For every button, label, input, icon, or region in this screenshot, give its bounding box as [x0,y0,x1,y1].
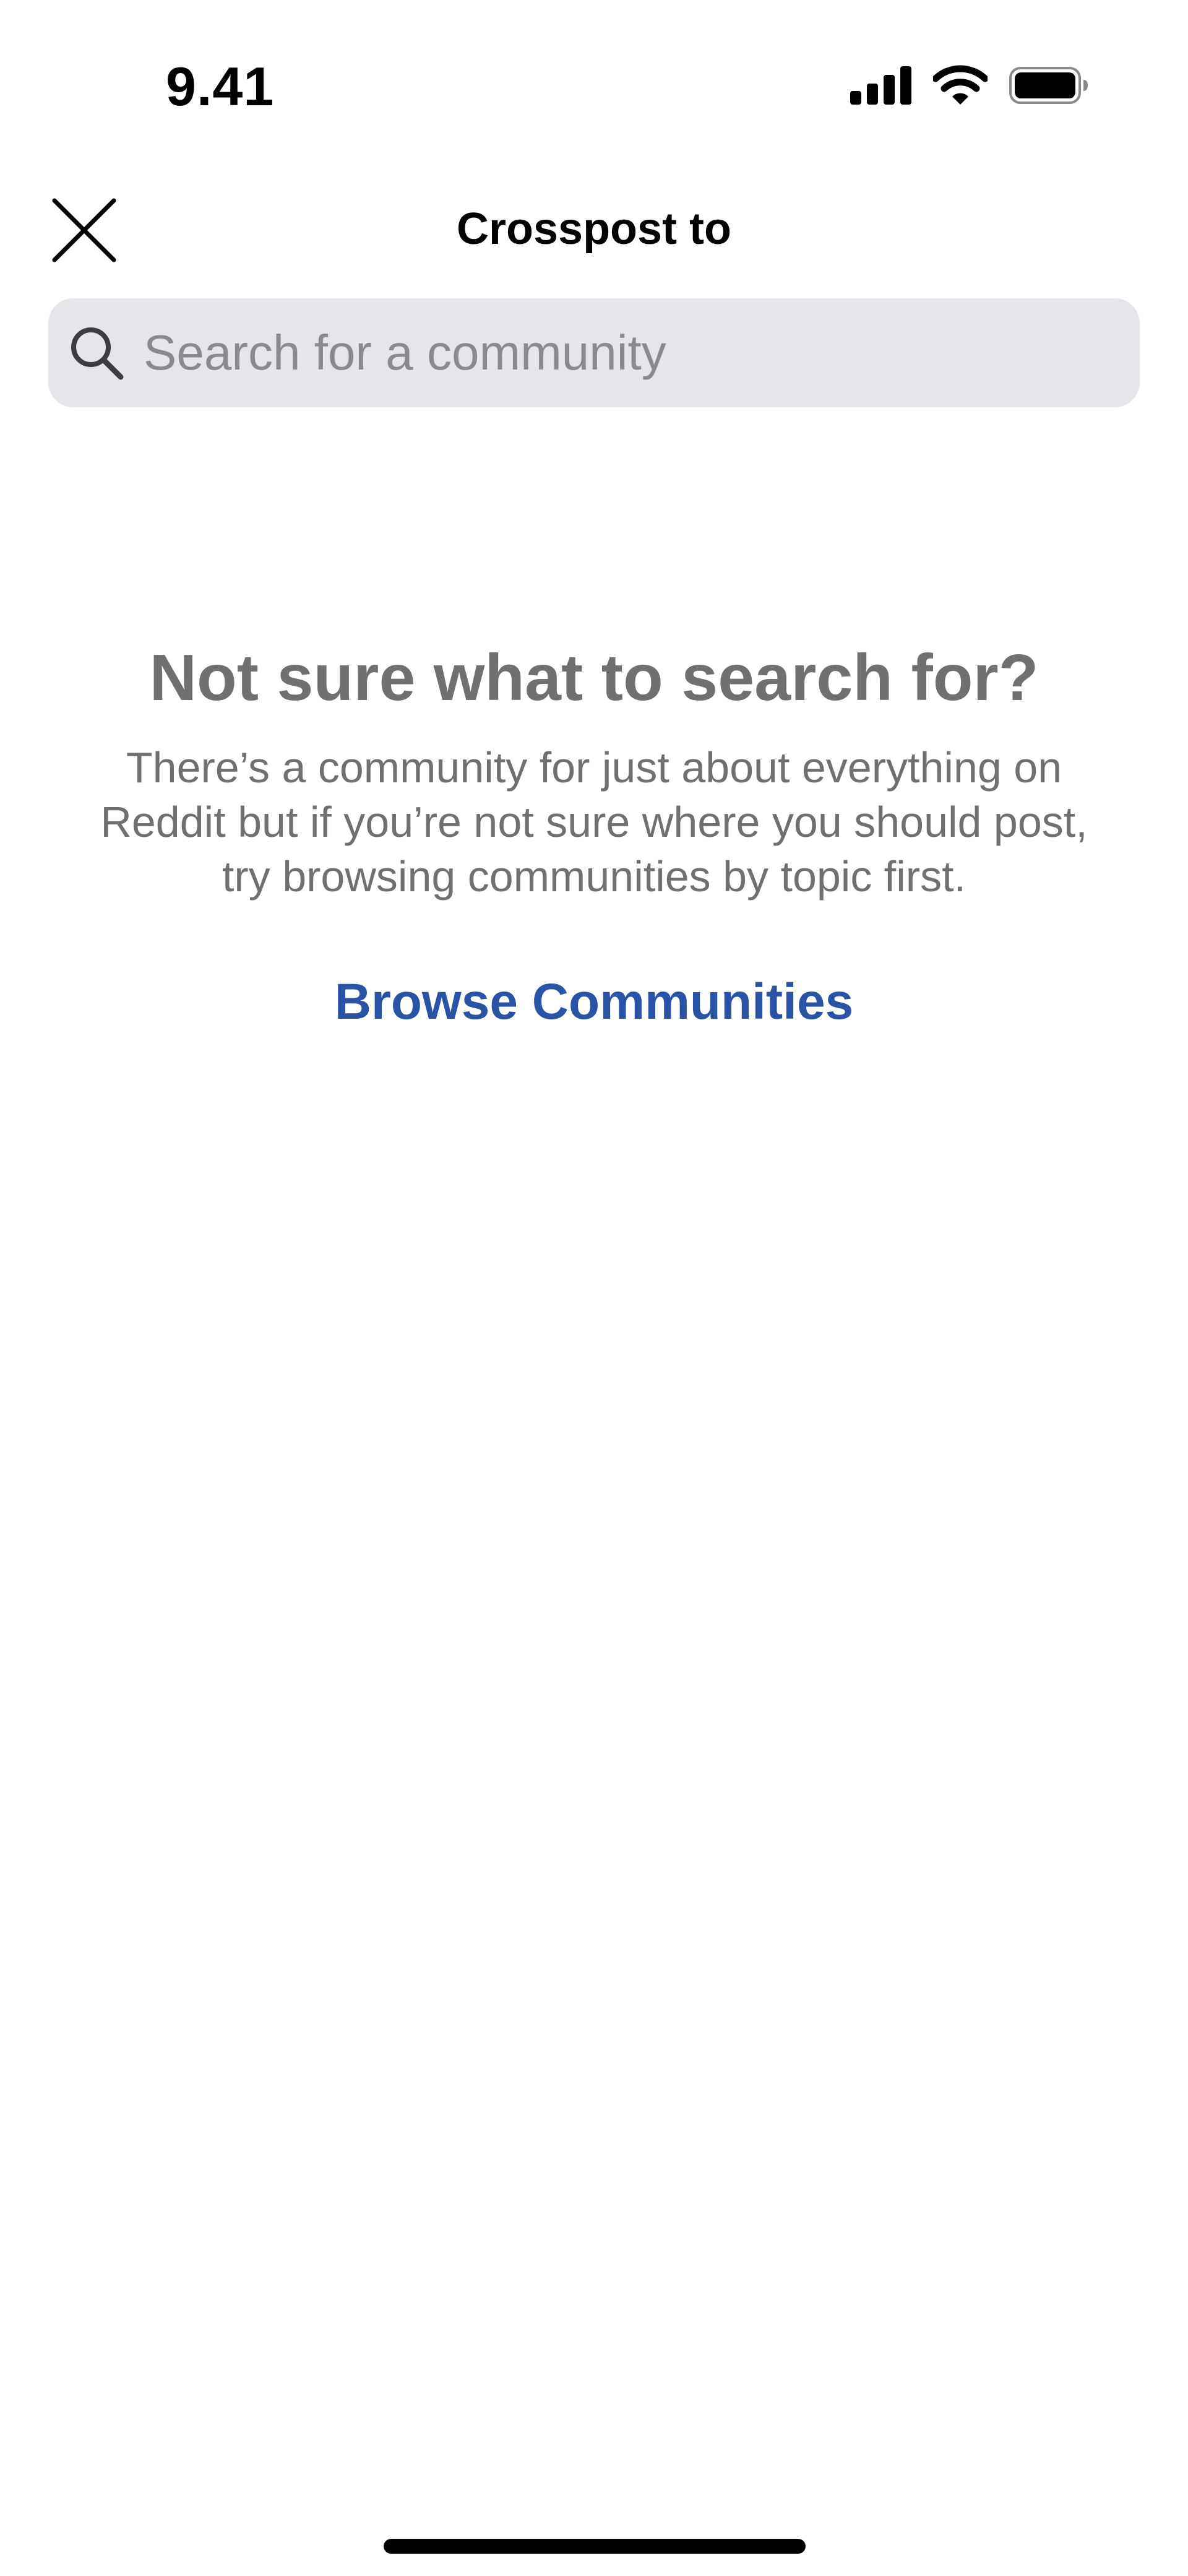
status-bar: 9.41 [0,0,1188,161]
cellular-signal-icon [850,66,912,108]
empty-state-description-line: Reddit but if you’re not sure where you … [100,798,1088,846]
empty-state-description-line: try browsing communities by topic first. [222,852,966,901]
home-indicator[interactable] [384,2539,806,2554]
status-icons [850,62,1089,111]
browse-communities-link[interactable]: Browse Communities [0,968,1188,1036]
empty-state-description-line: There’s a community for just about every… [126,743,1062,792]
header: Crosspost to [0,186,1188,272]
page-title: Crosspost to [456,204,732,254]
battery-icon [1009,66,1089,108]
search-bar[interactable] [48,298,1140,407]
status-time: 9.41 [166,56,275,117]
wifi-icon [932,65,989,109]
empty-state-description: There’s a community for just about every… [50,740,1138,904]
empty-state-heading: Not sure what to search for? [149,641,1039,714]
search-icon [67,323,126,383]
search-input[interactable] [144,316,1140,390]
